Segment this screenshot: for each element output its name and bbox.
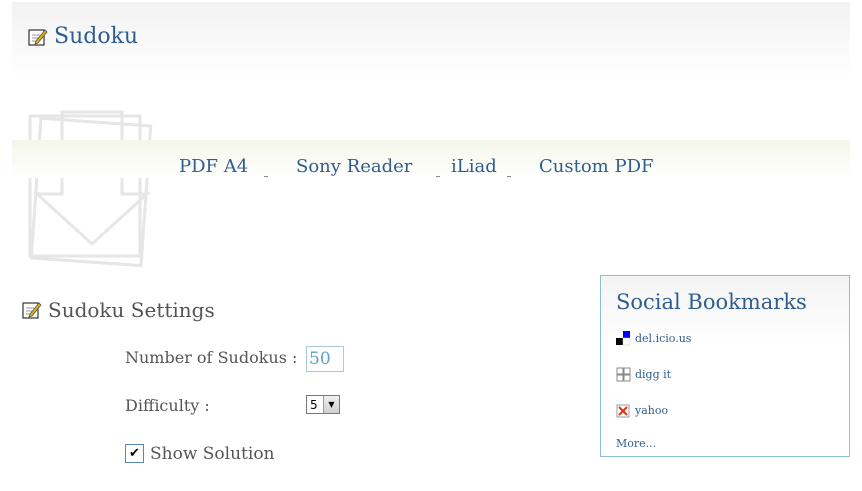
nav-bar [12, 140, 850, 178]
social-bookmarks-title: Social Bookmarks [616, 290, 807, 314]
site-title: Sudoku [28, 24, 138, 49]
yahoo-icon [616, 404, 630, 418]
show-solution-checkbox[interactable]: ✔ [125, 444, 144, 463]
bookmark-yahoo-label: yahoo [635, 404, 669, 417]
delicious-icon [616, 331, 631, 346]
settings-title: Sudoku Settings [22, 298, 215, 322]
edit-icon [28, 28, 48, 46]
number-of-sudokus-input[interactable] [306, 346, 344, 372]
nav-separator [436, 176, 440, 177]
nav-separator [264, 176, 268, 177]
difficulty-label: Difficulty : [125, 396, 210, 415]
bookmark-digg[interactable]: digg it [616, 367, 671, 382]
settings-title-text: Sudoku Settings [48, 298, 215, 322]
nav-separator [507, 176, 511, 177]
digg-icon [616, 367, 631, 382]
bookmark-digg-label: digg it [635, 368, 672, 381]
bookmarks-more-link[interactable]: More... [616, 437, 656, 450]
difficulty-value: 5 [310, 397, 318, 412]
bookmark-yahoo[interactable]: yahoo [616, 403, 668, 418]
difficulty-select[interactable]: 5 ▼ [306, 395, 340, 414]
nav-iliad[interactable]: iLiad [451, 156, 497, 177]
checkmark-icon: ✔ [129, 446, 140, 461]
nav-custom-pdf[interactable]: Custom PDF [539, 156, 654, 177]
nav-sony-reader[interactable]: Sony Reader [296, 156, 412, 177]
nav-pdf-a4[interactable]: PDF A4 [179, 156, 248, 177]
download-watermark-icon [28, 110, 153, 268]
edit-icon [22, 302, 42, 319]
bookmark-delicious[interactable]: del.icio.us [616, 331, 691, 346]
chevron-down-icon[interactable]: ▼ [323, 396, 339, 413]
show-solution-label: Show Solution [150, 444, 275, 464]
social-bookmarks-box: Social Bookmarks del.icio.us digg it yah… [600, 275, 850, 457]
bookmark-delicious-label: del.icio.us [635, 332, 692, 345]
site-title-text: Sudoku [54, 24, 139, 49]
number-of-sudokus-label: Number of Sudokus : [125, 348, 298, 367]
